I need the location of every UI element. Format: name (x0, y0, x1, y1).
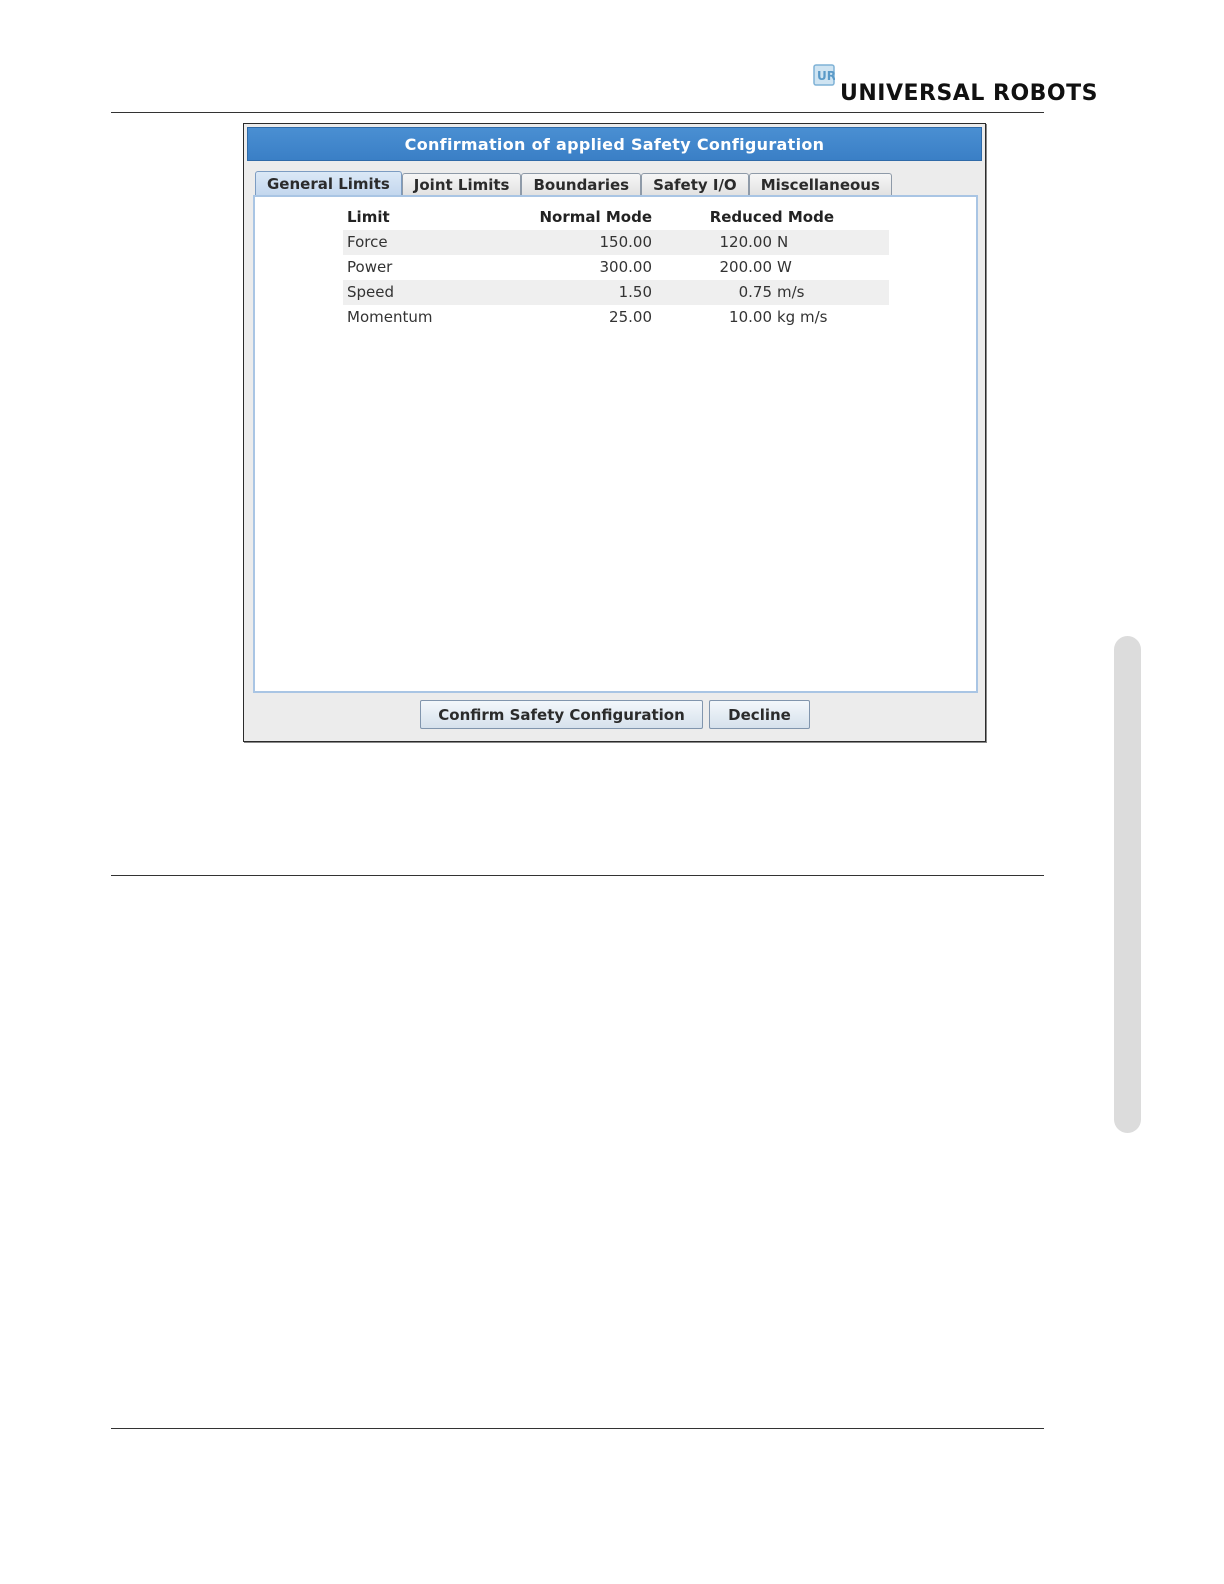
side-chapter-tab (1114, 636, 1141, 1133)
column-header-normal-mode: Normal Mode (539, 208, 652, 226)
tab-joint-limits[interactable]: Joint Limits (401, 173, 522, 195)
unit-label: m/s (777, 283, 805, 301)
universal-robots-logo: UR UNIVERSAL ROBOTS (813, 64, 1097, 106)
tab-boundaries[interactable]: Boundaries (521, 173, 642, 195)
normal-mode-value: 1.50 (618, 283, 652, 301)
limit-name: Force (347, 233, 388, 251)
unit-label: N (777, 233, 789, 251)
tab-general-limits[interactable]: General Limits (255, 171, 402, 195)
confirm-safety-configuration-button[interactable]: Confirm Safety Configuration (420, 700, 703, 729)
table-row: Speed 1.50 0.75 m/s (343, 280, 889, 305)
table-row: Momentum 25.00 10.00 kg m/s (343, 305, 889, 330)
decline-button[interactable]: Decline (709, 700, 810, 729)
unit-label: kg m/s (777, 308, 828, 326)
ur-logo-icon: UR (813, 64, 835, 86)
svg-text:UR: UR (817, 69, 835, 83)
tab-bar: General Limits Joint Limits Boundaries S… (255, 171, 892, 195)
column-header-limit: Limit (347, 208, 390, 226)
normal-mode-value: 300.00 (599, 258, 653, 276)
general-limits-panel: Limit Normal Mode Reduced Mode Force 150… (253, 195, 978, 693)
table-row: Force 150.00 120.00 N (343, 230, 889, 255)
normal-mode-value: 25.00 (609, 308, 652, 326)
section-divider (111, 875, 1044, 876)
footer-divider (111, 1428, 1044, 1429)
dialog-title: Confirmation of applied Safety Configura… (247, 127, 982, 161)
reduced-mode-value: 120.00 (719, 233, 773, 251)
limit-name: Momentum (347, 308, 433, 326)
unit-label: W (777, 258, 792, 276)
tab-safety-io[interactable]: Safety I/O (641, 173, 749, 195)
header-divider (111, 112, 1044, 113)
brand-name: UNIVERSAL ROBOTS (840, 81, 1098, 106)
table-row: Power 300.00 200.00 W (343, 255, 889, 280)
safety-confirmation-dialog: Confirmation of applied Safety Configura… (243, 123, 986, 742)
limits-table: Limit Normal Mode Reduced Mode Force 150… (343, 205, 889, 330)
table-header: Limit Normal Mode Reduced Mode (343, 205, 889, 230)
column-header-reduced-mode: Reduced Mode (709, 208, 834, 226)
normal-mode-value: 150.00 (599, 233, 653, 251)
reduced-mode-value: 200.00 (719, 258, 773, 276)
reduced-mode-value: 0.75 (738, 283, 772, 301)
reduced-mode-value: 10.00 (729, 308, 772, 326)
limit-name: Power (347, 258, 393, 276)
tab-miscellaneous[interactable]: Miscellaneous (748, 173, 892, 195)
limit-name: Speed (347, 283, 395, 301)
